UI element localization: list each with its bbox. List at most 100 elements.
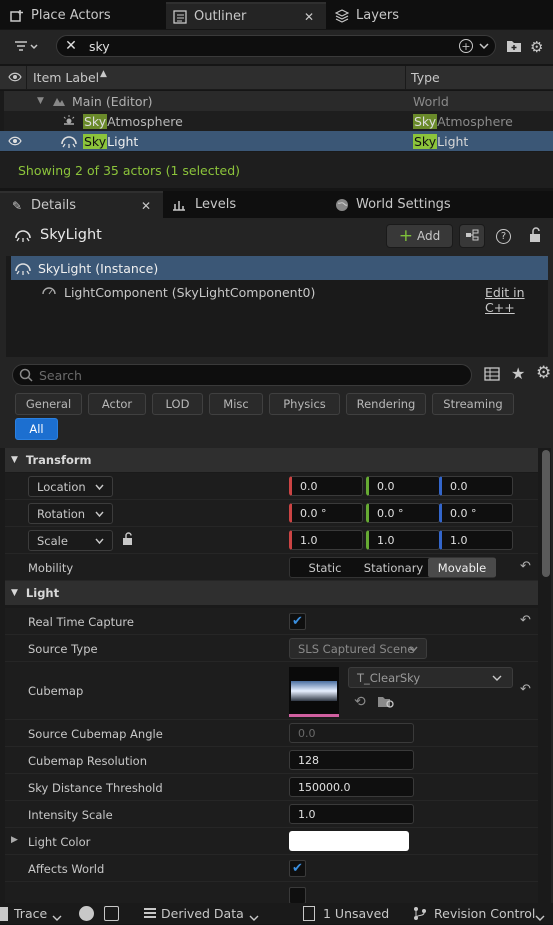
rotation-y-field[interactable]: 0.0 ° [366, 503, 440, 523]
scale-z-field[interactable]: 1.0 [439, 530, 513, 550]
light-color-swatch[interactable] [289, 831, 409, 851]
trace-icon [0, 907, 8, 921]
add-filter-icon[interactable]: + [459, 39, 473, 53]
tab-details[interactable]: ✎ Details ✕ [0, 191, 163, 218]
reset-icon[interactable]: ↶ [520, 613, 531, 628]
chevron-down-icon [409, 642, 418, 656]
column-item-label[interactable]: Item Label [33, 70, 99, 85]
use-selected-icon[interactable]: ⟲ [354, 694, 366, 710]
list-item[interactable]: ▼ Main (Editor) World [4, 91, 553, 111]
unlock-icon[interactable] [122, 532, 134, 549]
reset-icon[interactable]: ↶ [520, 682, 531, 697]
record-icon[interactable] [79, 906, 94, 921]
list-item-selected[interactable]: SkyLight SkyLight [0, 131, 553, 151]
real-time-capture-checkbox[interactable]: ✔ [289, 613, 306, 630]
sort-asc-icon: ▲ [100, 69, 107, 79]
scale-y-field[interactable]: 1.0 [366, 530, 440, 550]
star-icon[interactable]: ★ [511, 364, 525, 383]
property-light-color: ▶ Light Color [5, 828, 538, 855]
search-input[interactable]: sky [89, 39, 110, 54]
cubemap-resolution-field[interactable]: 128 [289, 750, 414, 770]
match-highlight: Sky [83, 113, 108, 129]
tab-world-settings[interactable]: World Settings [330, 191, 490, 218]
unsaved-button[interactable]: 1 Unsaved [323, 906, 389, 921]
help-icon[interactable]: ? [496, 229, 511, 244]
close-icon[interactable]: ✕ [304, 10, 314, 24]
intensity-scale-field[interactable]: 1.0 [289, 804, 414, 824]
property-label: Cubemap Resolution [28, 754, 147, 768]
category-lod[interactable]: LOD [152, 393, 203, 415]
category-misc[interactable]: Misc [209, 393, 263, 415]
table-view-icon[interactable] [484, 367, 500, 381]
section-title: Transform [25, 453, 92, 467]
eye-icon[interactable] [8, 71, 22, 83]
rotation-x-field[interactable]: 0.0 ° [289, 503, 363, 523]
component-row[interactable]: LightComponent (SkyLightComponent0) Edit… [11, 280, 548, 315]
close-icon[interactable]: ✕ [141, 199, 151, 213]
filter-icon[interactable] [14, 39, 40, 55]
location-x-field[interactable]: 0.0 [289, 476, 363, 496]
derived-data-menu[interactable]: Derived Data [161, 906, 244, 921]
source-type-dropdown[interactable]: SLS Captured Scene [289, 638, 427, 659]
cubemap-thumbnail[interactable] [289, 667, 339, 717]
sky-distance-field[interactable]: 150000.0 [289, 777, 414, 797]
dropdown-label: Scale [37, 533, 68, 548]
rotation-z-field[interactable]: 0.0 ° [439, 503, 513, 523]
tab-layers[interactable]: Layers [328, 2, 478, 29]
mobility-stationary[interactable]: Stationary [360, 558, 427, 577]
camera-icon[interactable] [104, 906, 119, 921]
blueprint-button[interactable] [459, 224, 485, 248]
mobility-static[interactable]: Static [290, 558, 360, 577]
match-highlight: Sky [413, 133, 438, 149]
trace-menu[interactable]: Trace [14, 906, 47, 921]
component-instance-row[interactable]: SkyLight (Instance) [11, 256, 548, 280]
location-y-field[interactable]: 0.0 [366, 476, 440, 496]
mobility-movable[interactable]: Movable [428, 558, 496, 577]
property-mobility: Mobility Static Stationary Movable ↶ [5, 554, 538, 581]
reset-icon[interactable]: ↶ [520, 559, 531, 574]
cubemap-asset-dropdown[interactable]: T_ClearSky [348, 667, 513, 688]
category-streaming[interactable]: Streaming [432, 393, 514, 415]
partial-checkbox[interactable] [289, 887, 306, 903]
tab-levels[interactable]: Levels [165, 191, 325, 218]
section-transform[interactable]: ▼ Transform [5, 448, 538, 472]
revision-control-menu[interactable]: Revision Control [434, 906, 535, 921]
actor-name[interactable]: SkyLight [40, 227, 102, 243]
category-rendering[interactable]: Rendering [346, 393, 426, 415]
tab-place-actors[interactable]: Place Actors [0, 2, 165, 29]
section-light[interactable]: ▼ Light [5, 581, 538, 605]
scale-dropdown[interactable]: Scale [28, 530, 113, 551]
property-sky-distance-threshold: Sky Distance Threshold 150000.0 [5, 774, 538, 801]
scrollbar-thumb[interactable] [542, 450, 550, 577]
clear-search-icon[interactable]: ✕ [59, 38, 83, 54]
add-component-button[interactable]: + Add [386, 224, 453, 248]
chevron-down-icon[interactable] [479, 42, 489, 50]
outliner-list: ▼ Main (Editor) World SkyAtmosphere SkyA… [0, 91, 553, 152]
rotation-dropdown[interactable]: Rotation [28, 503, 113, 524]
property-label: Affects World [28, 862, 105, 876]
gear-icon[interactable]: ⚙ [530, 38, 543, 56]
edit-cpp-link[interactable]: Edit in C++ [485, 285, 548, 315]
browse-folder-icon[interactable] [377, 695, 395, 712]
list-item[interactable]: SkyAtmosphere SkyAtmosphere [4, 111, 553, 131]
chevron-down-icon[interactable]: ▼ [37, 96, 44, 106]
location-dropdown[interactable]: Location [28, 476, 113, 497]
scale-x-field[interactable]: 1.0 [289, 530, 363, 550]
category-physics[interactable]: Physics [269, 393, 340, 415]
tab-outliner[interactable]: Outliner ✕ [166, 2, 326, 29]
gear-icon[interactable]: ⚙ [536, 363, 551, 383]
location-z-field[interactable]: 0.0 [439, 476, 513, 496]
unlock-icon[interactable] [528, 227, 542, 243]
column-type[interactable]: Type [411, 70, 440, 85]
outliner-search[interactable]: ✕ sky + [56, 35, 496, 57]
details-search[interactable]: Search [12, 364, 472, 386]
chevron-right-icon[interactable]: ▶ [11, 835, 18, 845]
category-actor[interactable]: Actor [88, 393, 146, 415]
category-all[interactable]: All [15, 418, 58, 440]
eye-icon[interactable] [8, 135, 22, 147]
source-angle-field[interactable]: 0.0 [289, 723, 414, 743]
category-general[interactable]: General [15, 393, 82, 415]
add-folder-icon[interactable] [506, 39, 522, 53]
search-input[interactable]: Search [39, 368, 82, 383]
affects-world-checkbox[interactable]: ✔ [289, 860, 306, 877]
